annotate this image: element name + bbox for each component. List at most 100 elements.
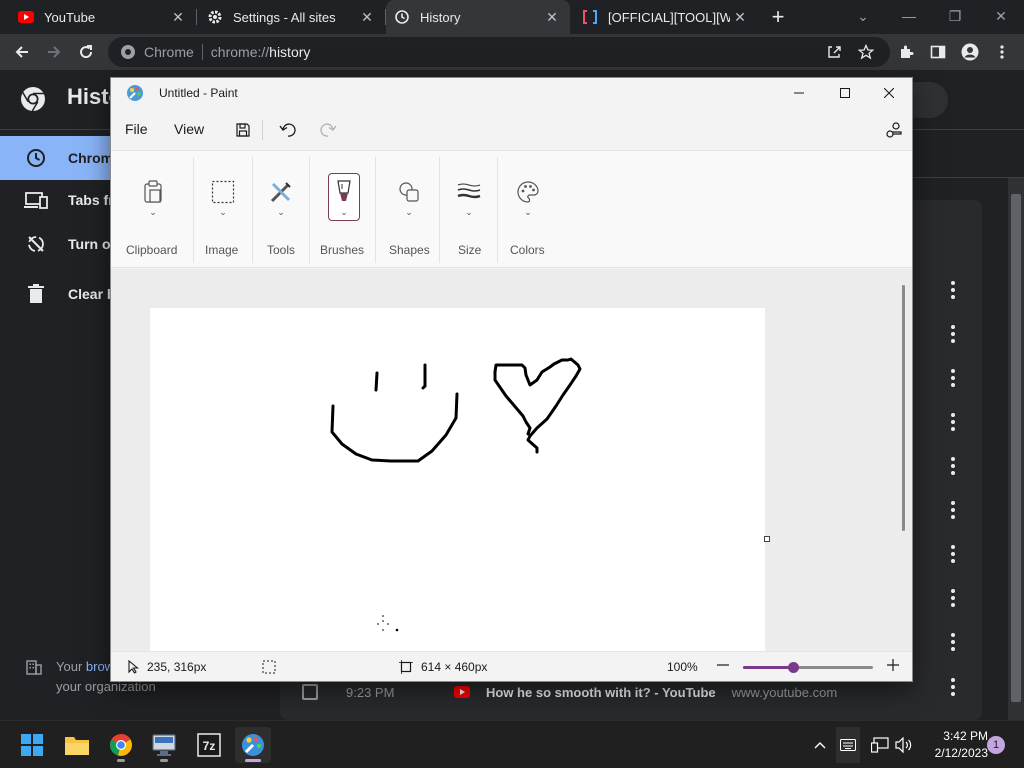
ribbon-group-image[interactable]: ⌄ Image xyxy=(197,151,253,267)
chrome-site-icon[interactable] xyxy=(120,44,136,60)
clock-date: 2/12/2023 xyxy=(934,746,988,760)
remote-desktop-icon[interactable] xyxy=(146,727,182,763)
row-checkbox[interactable] xyxy=(302,684,318,700)
account-icon[interactable] xyxy=(880,117,908,143)
row-menu-icon[interactable] xyxy=(944,498,962,522)
paint-menu-bar: File View xyxy=(111,110,912,150)
row-menu-icon[interactable] xyxy=(944,542,962,566)
ribbon-group-tools[interactable]: ⌄ Tools xyxy=(256,151,310,267)
tools-icon xyxy=(264,175,298,209)
row-menu-icon[interactable] xyxy=(944,630,962,654)
canvas-resize-handle[interactable] xyxy=(764,536,770,542)
tab-search-icon[interactable]: ⌄ xyxy=(840,0,886,32)
7zip-icon[interactable]: 7z xyxy=(191,727,227,763)
minimize-icon[interactable] xyxy=(776,78,822,108)
notification-badge[interactable]: 1 xyxy=(987,736,1005,754)
canvas-size: 614 × 460px xyxy=(399,660,487,674)
share-icon[interactable] xyxy=(822,40,846,64)
zoom-in-icon[interactable] xyxy=(887,658,899,672)
svg-text:7z: 7z xyxy=(203,739,216,753)
new-tab-button[interactable]: + xyxy=(766,4,790,29)
tab-settings[interactable]: Settings - All sites ✕ xyxy=(197,0,385,34)
ribbon-group-colors[interactable]: ⌄ Colors xyxy=(501,151,561,267)
zoom-out-icon[interactable] xyxy=(717,658,729,672)
file-menu[interactable]: File xyxy=(125,121,148,137)
volume-icon[interactable] xyxy=(894,735,914,755)
row-menu-icon[interactable] xyxy=(944,322,962,346)
vertical-scrollbar[interactable] xyxy=(902,285,905,531)
tab-youtube[interactable]: YouTube ✕ xyxy=(0,0,196,34)
ribbon-divider xyxy=(375,157,376,263)
ribbon-divider xyxy=(252,157,253,263)
youtube-icon xyxy=(18,9,34,25)
chrome-menu-icon[interactable] xyxy=(990,40,1014,64)
paint-icon[interactable] xyxy=(235,727,271,763)
active-indicator xyxy=(245,759,261,762)
paint-window-title: Untitled - Paint xyxy=(159,86,238,100)
close-tab-icon[interactable]: ✕ xyxy=(542,7,562,27)
paint-ribbon: ⌄ Clipboard ⌄ Image ⌄ Tools ⌄ Brushes ⌄ … xyxy=(111,150,912,268)
side-panel-icon[interactable] xyxy=(926,40,950,64)
maximize-icon[interactable] xyxy=(822,78,868,108)
trash-icon xyxy=(24,282,48,306)
restore-icon[interactable]: ❐ xyxy=(932,0,978,32)
close-tab-icon[interactable]: ✕ xyxy=(730,7,750,27)
row-menu-icon[interactable] xyxy=(944,454,962,478)
bookmark-star-icon[interactable] xyxy=(854,40,878,64)
canvas-size-text: 614 × 460px xyxy=(421,660,488,674)
ribbon-label: Colors xyxy=(510,243,545,257)
ribbon-label: Image xyxy=(205,243,239,257)
chevron-down-icon: ⌄ xyxy=(524,207,532,217)
close-icon[interactable] xyxy=(866,78,912,108)
shapes-icon xyxy=(392,175,426,209)
drawing-canvas[interactable] xyxy=(150,308,765,651)
clock[interactable]: 3:42 PM 2/12/2023 xyxy=(918,728,988,762)
pointer-icon xyxy=(128,660,139,674)
row-menu-icon[interactable] xyxy=(944,366,962,390)
ribbon-group-brushes[interactable]: ⌄ Brushes xyxy=(313,151,375,267)
reload-icon[interactable] xyxy=(74,40,98,64)
view-menu[interactable]: View xyxy=(174,121,204,137)
running-indicator xyxy=(117,759,125,762)
profile-avatar-icon[interactable] xyxy=(958,40,982,64)
close-tab-icon[interactable]: ✕ xyxy=(168,7,188,27)
network-icon[interactable] xyxy=(870,735,890,755)
extensions-icon[interactable] xyxy=(894,40,918,64)
minimize-icon[interactable]: — xyxy=(886,0,932,32)
undo-icon[interactable] xyxy=(274,117,302,143)
save-icon[interactable] xyxy=(229,117,257,143)
ribbon-group-clipboard[interactable]: ⌄ Clipboard xyxy=(123,151,193,267)
address-bar[interactable]: Chrome chrome:// history xyxy=(108,37,890,67)
selection-size-icon xyxy=(262,660,276,674)
paint-work-area xyxy=(111,269,912,651)
omnibox-divider xyxy=(201,44,203,60)
tab-official-tool[interactable]: [OFFICIAL][TOOL][WIN ✕ xyxy=(572,0,758,34)
ribbon-group-shapes[interactable]: ⌄ Shapes xyxy=(379,151,439,267)
windows-start-icon[interactable] xyxy=(14,727,50,763)
chevron-down-icon: ⌄ xyxy=(465,207,473,217)
tab-title: [OFFICIAL][TOOL][WIN xyxy=(608,9,730,25)
row-menu-icon[interactable] xyxy=(944,410,962,434)
redo-icon[interactable] xyxy=(314,117,342,143)
row-menu-icon[interactable] xyxy=(944,278,962,302)
chevron-down-icon: ⌄ xyxy=(149,207,157,217)
back-icon[interactable] xyxy=(10,40,34,64)
forward-icon[interactable] xyxy=(42,40,66,64)
close-tab-icon[interactable]: ✕ xyxy=(357,7,377,27)
file-explorer-icon[interactable] xyxy=(59,727,95,763)
row-menu-icon[interactable] xyxy=(944,586,962,610)
keyboard-icon[interactable] xyxy=(836,727,860,763)
paint-titlebar[interactable]: Untitled - Paint xyxy=(111,78,912,110)
row-title[interactable]: How he so smooth with it? - YouTube xyxy=(486,685,716,700)
ribbon-divider xyxy=(309,157,310,263)
close-window-icon[interactable]: ✕ xyxy=(978,0,1024,32)
tab-history[interactable]: History ✕ xyxy=(386,0,570,34)
chevron-up-icon[interactable] xyxy=(810,735,830,755)
chrome-icon[interactable] xyxy=(103,727,139,763)
history-scrollbar-thumb[interactable] xyxy=(1011,194,1021,702)
palette-icon xyxy=(511,175,545,209)
tab-title: Settings - All sites xyxy=(233,9,336,25)
zoom-slider-thumb[interactable] xyxy=(788,662,799,673)
ribbon-group-size[interactable]: ⌄ Size xyxy=(443,151,497,267)
clipboard-icon xyxy=(136,175,170,209)
